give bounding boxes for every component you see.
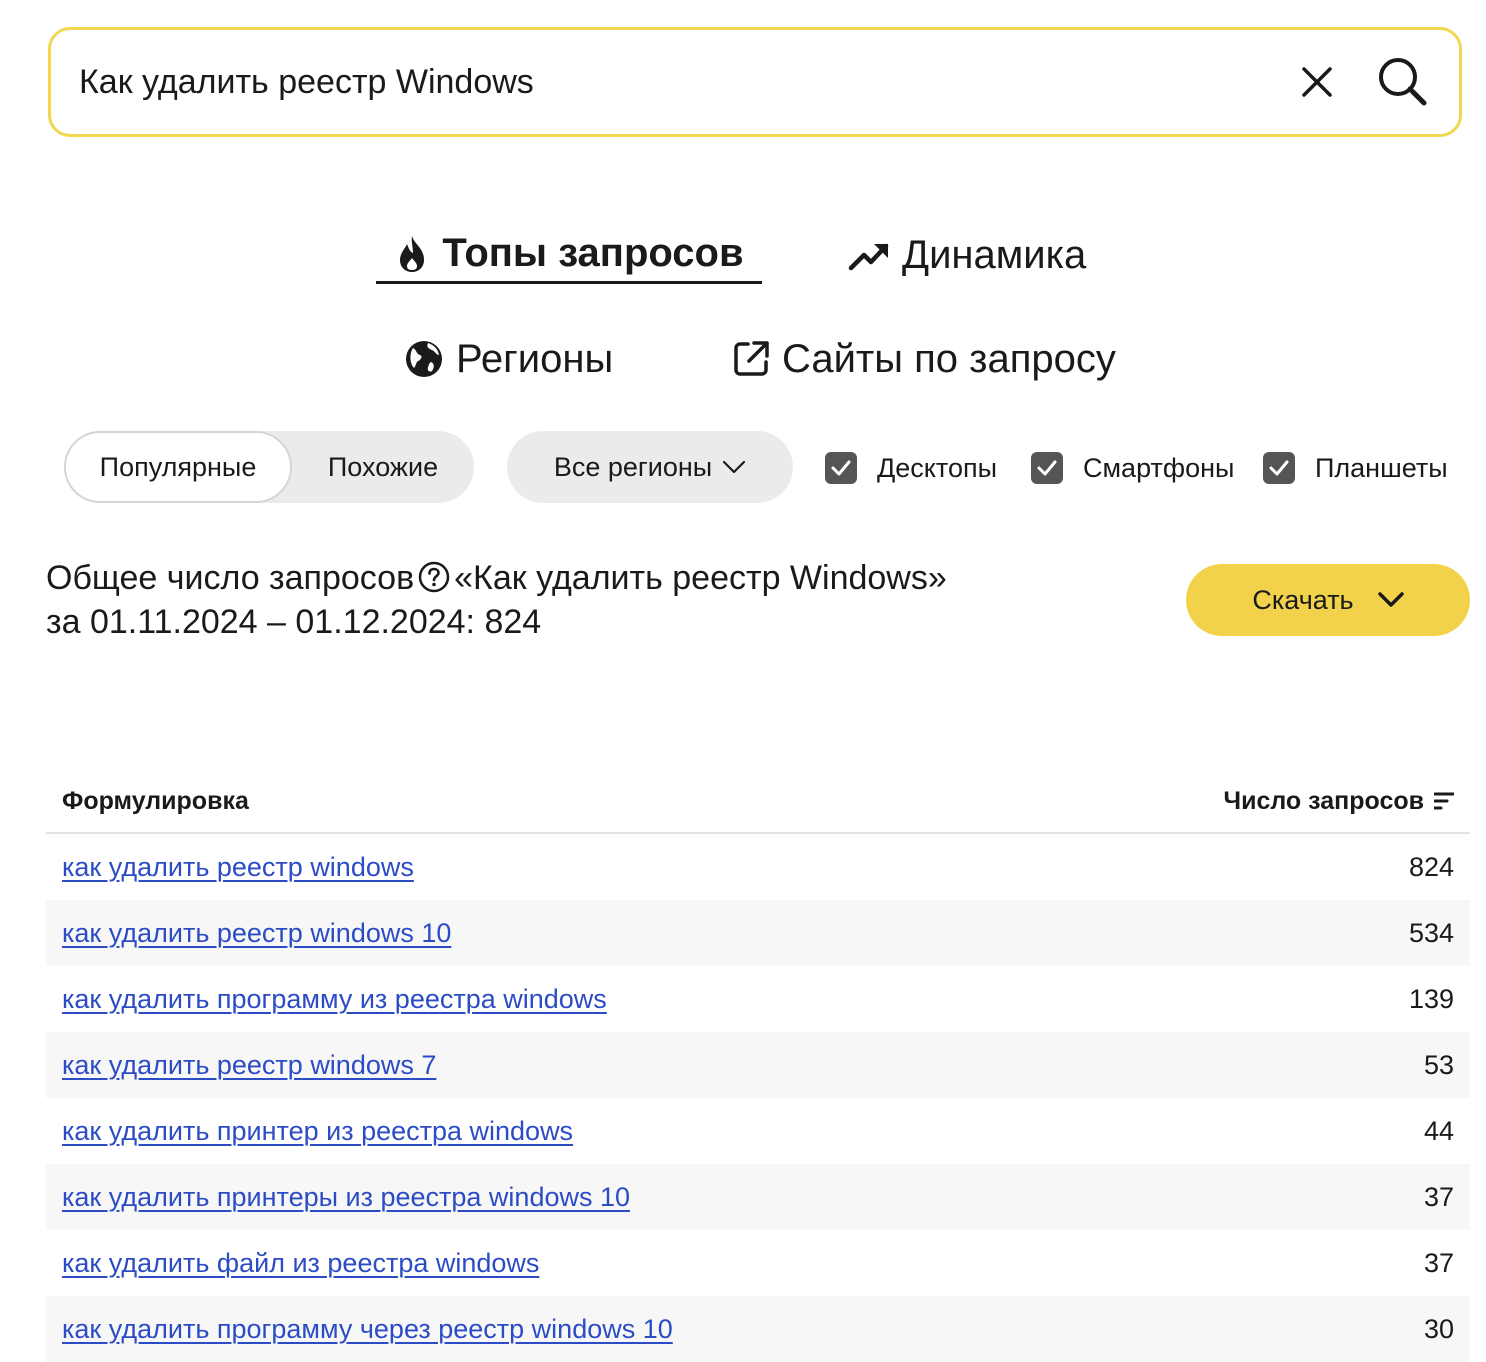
search-bar [48, 27, 1462, 137]
checkbox-checked-icon [1263, 452, 1295, 484]
search-input[interactable] [51, 52, 1287, 112]
query-count: 824 [1408, 851, 1454, 882]
segment-popular[interactable]: Популярные [64, 431, 292, 503]
query-count: 44 [1423, 1115, 1454, 1146]
external-link-icon [732, 340, 770, 378]
column-header-count-label: Число запросов [1223, 786, 1424, 815]
query-link[interactable]: как удалить программу из реестра windows [62, 984, 607, 1015]
checkbox-label: Смартфоны [1083, 452, 1235, 483]
help-icon[interactable] [418, 561, 450, 593]
summary-period: за 01.11.2024 – 01.12.2024: 824 [46, 603, 542, 641]
tab-label: Динамика [902, 232, 1087, 277]
table-row: как удалить реестр windows 7 53 [46, 1032, 1470, 1098]
checkbox-label: Планшеты [1315, 452, 1448, 483]
query-link[interactable]: как удалить файл из реестра windows [62, 1248, 539, 1279]
tab-sites[interactable]: Сайты по запросу [732, 330, 1116, 388]
query-count: 53 [1423, 1049, 1454, 1080]
chevron-down-icon [1377, 592, 1404, 608]
table-row: как удалить реестр windows 824 [46, 834, 1470, 900]
mode-switch: Популярные Похожие [64, 431, 474, 503]
table-row: как удалить принтер из реестра windows 44 [46, 1098, 1470, 1164]
column-header-count[interactable]: Число запросов [1224, 787, 1454, 816]
checkbox-smartphones[interactable]: Смартфоны [1031, 449, 1234, 487]
checkbox-checked-icon [825, 452, 857, 484]
region-select[interactable]: Все регионы [507, 431, 793, 503]
checkbox-checked-icon [1031, 452, 1063, 484]
close-icon [1302, 67, 1332, 97]
column-header-phrase: Формулировка [62, 786, 249, 815]
table-row: как удалить программу через реестр windo… [46, 1296, 1470, 1362]
tab-label: Регионы [456, 336, 614, 381]
table-row: как удалить программу из реестра windows… [46, 966, 1470, 1032]
queries-table: Формулировка Число запросов как удалить … [46, 770, 1470, 1362]
segment-similar[interactable]: Похожие [292, 431, 474, 503]
query-link[interactable]: как удалить программу через реестр windo… [62, 1314, 673, 1345]
search-button[interactable] [1373, 52, 1433, 112]
tab-label: Топы запросов [442, 231, 744, 275]
query-count: 534 [1408, 917, 1454, 948]
tab-dynamics[interactable]: Динамика [848, 226, 1086, 284]
clear-search-button[interactable] [1287, 52, 1347, 112]
summary-query: «Как удалить реестр Windows» [454, 559, 947, 597]
summary-line-1: Общее число запросов «Как удалить реестр… [46, 556, 1046, 600]
fire-icon [394, 234, 430, 274]
tab-tops[interactable]: Топы запросов [376, 226, 762, 284]
table-header: Формулировка Число запросов [46, 770, 1470, 834]
checkbox-tablets[interactable]: Планшеты [1263, 449, 1448, 487]
query-link[interactable]: как удалить реестр windows 10 [62, 918, 451, 949]
query-count: 37 [1423, 1181, 1454, 1212]
download-label: Скачать [1252, 584, 1354, 615]
trending-up-icon [848, 238, 890, 272]
query-link[interactable]: как удалить реестр windows 7 [62, 1050, 436, 1081]
search-icon [1379, 58, 1427, 106]
region-select-label: Все регионы [553, 451, 713, 482]
query-link[interactable]: как удалить реестр windows [62, 852, 414, 883]
chevron-down-icon [722, 460, 746, 474]
sort-icon [1434, 791, 1454, 811]
query-link[interactable]: как удалить принтер из реестра windows [62, 1116, 573, 1147]
query-link[interactable]: как удалить принтеры из реестра windows … [62, 1182, 630, 1213]
total-summary: Общее число запросов «Как удалить реестр… [46, 556, 1046, 644]
query-count: 30 [1423, 1313, 1454, 1344]
query-count: 37 [1423, 1247, 1454, 1278]
query-count: 139 [1408, 983, 1454, 1014]
summary-prefix: Общее число запросов [46, 559, 415, 597]
download-button[interactable]: Скачать [1186, 564, 1470, 636]
checkbox-desktops[interactable]: Десктопы [825, 449, 997, 487]
globe-icon [404, 339, 444, 379]
table-row: как удалить принтеры из реестра windows … [46, 1164, 1470, 1230]
table-row: как удалить реестр windows 10 534 [46, 900, 1470, 966]
table-row: как удалить файл из реестра windows 37 [46, 1230, 1470, 1296]
tab-regions[interactable]: Регионы [404, 330, 613, 388]
checkbox-label: Десктопы [877, 452, 998, 483]
tab-label: Сайты по запросу [782, 336, 1116, 381]
table-body: как удалить реестр windows 824 как удалить… [46, 834, 1470, 1362]
